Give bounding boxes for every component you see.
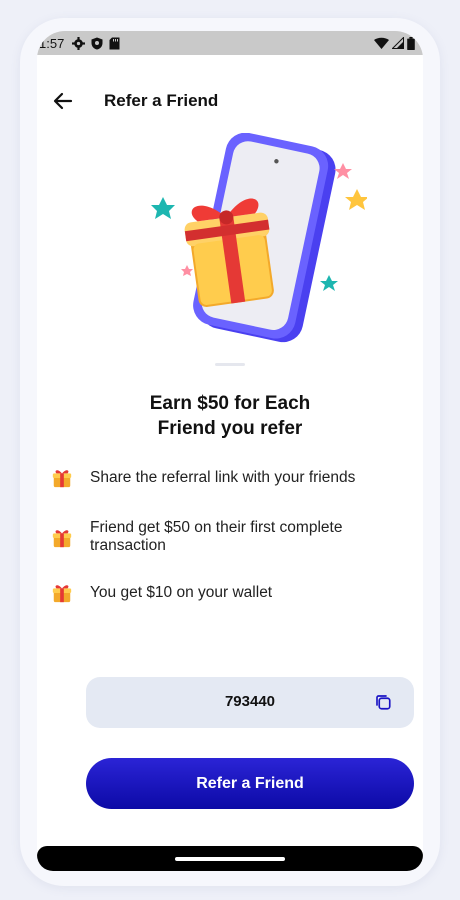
cell-signal-icon (392, 37, 404, 49)
gift-icon (52, 470, 72, 488)
device-frame: 1:57 Refer a Friend Earn $50 for Each Fr… (20, 18, 440, 886)
headline-line-2: Friend you refer (157, 418, 303, 439)
referral-headline: Earn $50 for Each Friend you refer (37, 391, 423, 441)
list-item: Friend get $50 on their first complete t… (51, 519, 390, 555)
app-screen: 1:57 Refer a Friend Earn $50 for Each Fr… (37, 31, 423, 871)
carousel-indicator (215, 363, 245, 366)
status-bar: 1:57 (37, 31, 423, 55)
page-title: Refer a Friend (104, 91, 219, 110)
list-item: Share the referral link with your friend… (51, 469, 390, 489)
phone-with-gift-illustration (151, 133, 367, 343)
status-time: 1:57 (39, 35, 65, 51)
sd-card-icon (109, 37, 120, 49)
home-indicator[interactable] (175, 857, 285, 861)
gear-icon (72, 36, 86, 50)
shield-icon (91, 37, 103, 49)
refer-friend-button[interactable]: Refer a Friend (86, 758, 414, 809)
list-item: You get $10 on your wallet (51, 584, 390, 604)
benefit-text: Share the referral link with your friend… (90, 469, 356, 486)
copy-icon[interactable] (374, 693, 392, 711)
app-header: Refer a Friend (37, 83, 423, 119)
headline-line-1: Earn $50 for Each (149, 393, 311, 414)
arrow-left-icon[interactable] (51, 89, 75, 113)
gift-icon (52, 530, 72, 548)
benefit-text: Friend get $50 on their first complete t… (90, 519, 343, 554)
referral-code[interactable]: 793440 (86, 693, 414, 710)
benefit-text: You get $10 on your wallet (90, 584, 273, 601)
battery-icon (407, 36, 415, 50)
wifi-icon (374, 37, 389, 49)
gift-icon (52, 585, 72, 603)
system-nav-bar (37, 846, 423, 871)
referral-code-field[interactable]: 793440 (86, 677, 414, 728)
